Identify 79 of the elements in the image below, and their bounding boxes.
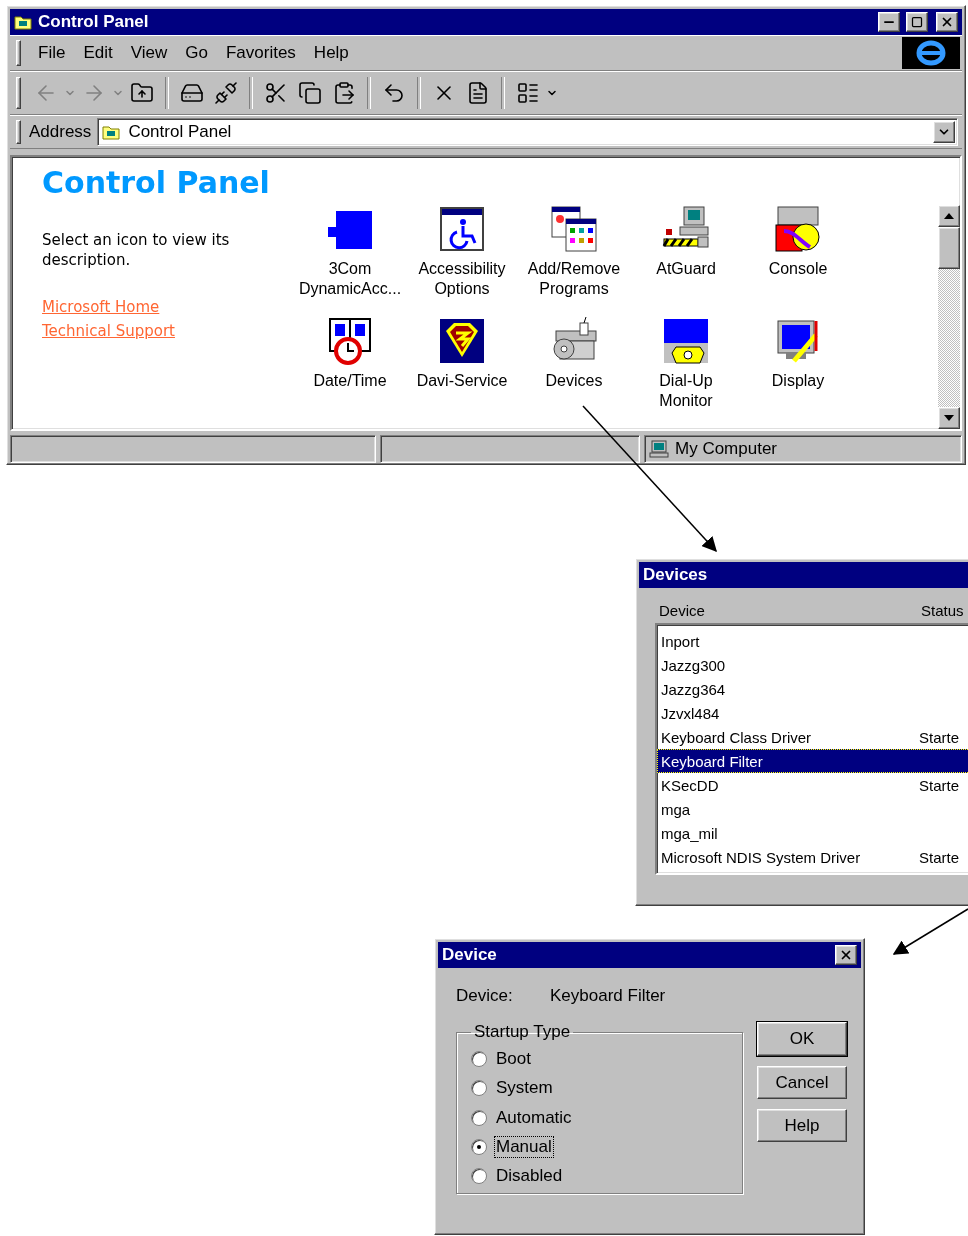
window-title: Control Panel: [38, 12, 150, 32]
address-field[interactable]: Control Panel: [97, 118, 958, 146]
icon-label[interactable]: Console: [768, 259, 828, 279]
description-text: Select an icon to view its description.: [42, 230, 231, 270]
dialog-button[interactable]: Help: [757, 1109, 847, 1142]
program-windows-icon[interactable]: [550, 205, 598, 253]
menu-item[interactable]: Go: [176, 41, 217, 65]
list-row[interactable]: Microsoft NDIS System Driver Starte: [657, 845, 968, 869]
browser-logo-icon: [902, 37, 960, 69]
close-icon: [940, 15, 954, 29]
icon-label[interactable]: Dial-Up Monitor: [659, 371, 713, 411]
close-icon: [839, 948, 853, 962]
triangle-up-icon: [944, 213, 954, 219]
icon-label[interactable]: Add/Remove Programs: [527, 259, 621, 299]
list-row[interactable]: KSecDD Starte: [657, 773, 968, 797]
scrollbar[interactable]: [938, 205, 960, 429]
dialog-button[interactable]: OK: [757, 1022, 847, 1056]
radio-button[interactable]: [471, 1109, 487, 1126]
list-row[interactable]: Jzvxl484: [657, 701, 968, 725]
list-row[interactable]: Inport: [657, 629, 968, 653]
page-heading: Control Panel: [42, 165, 270, 200]
radio-button[interactable]: [471, 1138, 487, 1155]
scroll-thumb[interactable]: [938, 227, 960, 269]
telephone-icon[interactable]: [662, 317, 710, 365]
radio-button[interactable]: [471, 1050, 487, 1067]
column-header[interactable]: Device: [655, 602, 917, 619]
list-row[interactable]: mga: [657, 797, 968, 821]
icon-label[interactable]: 3Com DynamicAcc...: [298, 259, 402, 299]
icon-label[interactable]: AtGuard: [656, 259, 716, 279]
field-value: Keyboard Filter: [550, 986, 666, 1006]
maximize-icon: [911, 16, 923, 28]
menu-item[interactable]: Edit: [74, 41, 122, 65]
minimize-button[interactable]: [878, 12, 900, 32]
radio-label[interactable]: Disabled: [495, 1166, 564, 1187]
toolbar-grip[interactable]: [16, 77, 21, 109]
console-logo-icon[interactable]: [774, 205, 822, 253]
dropdown-button[interactable]: [933, 121, 955, 143]
wheelchair-icon[interactable]: [438, 205, 486, 253]
radio-button[interactable]: [471, 1080, 487, 1097]
list-row[interactable]: Jazzg300: [657, 653, 968, 677]
icon-label[interactable]: Davi-Service: [416, 371, 508, 391]
menu-item[interactable]: Help: [304, 41, 358, 65]
calendar-clock-icon[interactable]: [326, 317, 374, 365]
dialog-title: Devices: [643, 565, 709, 585]
list-row[interactable]: Keyboard Class Driver Starte: [657, 725, 968, 749]
column-header[interactable]: Status: [917, 602, 968, 619]
list-row[interactable]: Jazzg364: [657, 677, 968, 701]
icon-label[interactable]: Accessibility Options: [418, 259, 506, 299]
radio-label[interactable]: Automatic: [495, 1107, 573, 1128]
shield-emblem-icon[interactable]: [438, 317, 486, 365]
group-label: Startup Type: [473, 1022, 572, 1042]
menu-item[interactable]: View: [121, 41, 177, 65]
close-button[interactable]: [835, 945, 857, 965]
radio-label[interactable]: Manual: [495, 1136, 553, 1157]
icon-label[interactable]: Date/Time: [313, 371, 387, 391]
status-text: My Computer: [675, 439, 778, 459]
scroll-down-button[interactable]: [938, 407, 960, 429]
field-label: Device:: [456, 986, 514, 1006]
control-panel-icon: [14, 14, 32, 30]
control-panel-icon: [102, 124, 121, 140]
icon-label[interactable]: Display: [771, 371, 825, 391]
toolbar-grip[interactable]: [16, 119, 21, 145]
list-row[interactable]: Keyboard Filter: [657, 749, 968, 773]
menu-item[interactable]: Favorites: [216, 41, 305, 65]
dialog-button[interactable]: Cancel: [757, 1066, 847, 1099]
dialog-title: Device: [442, 945, 498, 965]
menu-item[interactable]: File: [29, 41, 75, 65]
radio-label[interactable]: System: [495, 1078, 554, 1099]
maximize-button[interactable]: [906, 12, 928, 32]
computer-icon: [649, 440, 669, 458]
toolbar-grip[interactable]: [16, 40, 21, 66]
list-row[interactable]: mga_mil: [657, 821, 968, 845]
address-label: Address: [29, 122, 92, 142]
radio-button[interactable]: [471, 1168, 487, 1185]
scroll-up-button[interactable]: [938, 205, 960, 227]
icon-label[interactable]: Devices: [545, 371, 603, 391]
triangle-down-icon: [944, 415, 954, 421]
radio-label[interactable]: Boot: [495, 1048, 532, 1069]
close-button[interactable]: [936, 12, 958, 32]
